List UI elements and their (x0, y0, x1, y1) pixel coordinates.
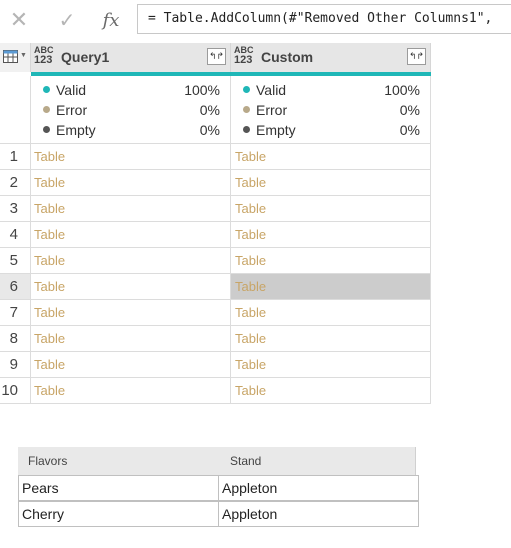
table-row[interactable]: 3 Table Table (0, 196, 431, 222)
table-row[interactable]: 9 Table Table (0, 352, 431, 378)
table-link-cell[interactable]: Table (231, 196, 431, 222)
quality-percent: 0% (399, 122, 420, 138)
row-number[interactable]: 10 (0, 378, 31, 404)
table-row-selected[interactable]: 6 Table Table (0, 274, 431, 300)
quality-label: Error (56, 102, 88, 118)
column-quality-query1: Valid 100% Error 0% Empty 0% (31, 76, 231, 144)
quality-percent: 100% (384, 82, 420, 98)
row-number[interactable]: 2 (0, 170, 31, 196)
table-link-cell[interactable]: Table (231, 144, 431, 170)
table-row[interactable]: 1 Table Table (0, 144, 431, 170)
preview-cell: Appleton (218, 501, 419, 527)
quality-spacer (0, 76, 31, 144)
quality-percent: 0% (199, 122, 220, 138)
row-number[interactable]: 4 (0, 222, 31, 248)
table-link-cell[interactable]: Table (231, 300, 431, 326)
quality-valid: Valid 100% (239, 80, 420, 100)
quality-label: Error (256, 102, 288, 118)
table-link-cell[interactable]: Table (231, 170, 431, 196)
empty-dot-icon (243, 126, 250, 133)
table-link-cell[interactable]: Table (31, 274, 231, 300)
preview-cell: Pears (18, 475, 219, 501)
row-number[interactable]: 8 (0, 326, 31, 352)
preview-cell: Appleton (218, 475, 419, 501)
table-link-cell-selected[interactable]: Table (231, 274, 431, 300)
expand-column-button[interactable]: ↰↱ (407, 48, 426, 65)
quality-label: Empty (256, 122, 296, 138)
column-header-custom[interactable]: ABC 123 Custom ↰↱ (231, 43, 431, 72)
row-number[interactable]: 7 (0, 300, 31, 326)
quality-label: Valid (256, 82, 287, 98)
row-number[interactable]: 5 (0, 248, 31, 274)
table-link-cell[interactable]: Table (31, 196, 231, 222)
preview-column-header: Flavors (28, 454, 68, 468)
quality-empty: Empty 0% (39, 120, 220, 140)
row-number[interactable]: 6 (0, 274, 31, 300)
table-link-cell[interactable]: Table (31, 300, 231, 326)
preview-table-row: Pears Appleton (18, 475, 419, 501)
table-icon (3, 50, 18, 63)
preview-table-row: Cherry Appleton (18, 501, 419, 527)
table-link-cell[interactable]: Table (31, 352, 231, 378)
table-row[interactable]: 4 Table Table (0, 222, 431, 248)
table-link-cell[interactable]: Table (31, 170, 231, 196)
table-row[interactable]: 2 Table Table (0, 170, 431, 196)
type-any-icon-digits: 123 (234, 54, 253, 66)
table-link-cell[interactable]: Table (231, 326, 431, 352)
quality-label: Valid (56, 82, 87, 98)
table-row[interactable]: 10 Table Table (0, 378, 431, 404)
table-link-cell[interactable]: Table (231, 352, 431, 378)
column-title: Query1 (61, 49, 110, 65)
quality-empty: Empty 0% (239, 120, 420, 140)
formula-bar: ✕ ✓ fx = Table.AddColumn(#"Removed Other… (0, 0, 511, 40)
preview-cell: Cherry (18, 501, 219, 527)
quality-error: Error 0% (239, 100, 420, 120)
table-link-cell[interactable]: Table (31, 222, 231, 248)
column-header-query1[interactable]: ABC 123 Query1 ↰↱ (31, 43, 231, 72)
type-any-icon-digits: 123 (34, 54, 53, 66)
table-link-cell[interactable]: Table (231, 248, 431, 274)
table-link-cell[interactable]: Table (31, 326, 231, 352)
quality-error: Error 0% (39, 100, 220, 120)
column-title: Custom (261, 49, 314, 65)
table-link-cell[interactable]: Table (31, 378, 231, 404)
fx-icon[interactable]: fx (96, 6, 126, 34)
error-dot-icon (243, 106, 250, 113)
table-link-cell[interactable]: Table (31, 144, 231, 170)
valid-dot-icon (43, 86, 50, 93)
quality-label: Empty (56, 122, 96, 138)
quality-percent: 100% (184, 82, 220, 98)
preview-column-header: Stand (230, 454, 262, 468)
row-number[interactable]: 3 (0, 196, 31, 222)
chevron-down-icon: ▼ (20, 52, 27, 59)
table-row[interactable]: 7 Table Table (0, 300, 431, 326)
formula-input[interactable]: = Table.AddColumn(#"Removed Other Column… (137, 4, 511, 34)
confirm-icon[interactable]: ✓ (52, 6, 82, 34)
table-row[interactable]: 5 Table Table (0, 248, 431, 274)
quality-percent: 0% (399, 102, 420, 118)
error-dot-icon (43, 106, 50, 113)
table-row[interactable]: 8 Table Table (0, 326, 431, 352)
cancel-icon[interactable]: ✕ (4, 6, 34, 34)
quality-percent: 0% (199, 102, 220, 118)
valid-dot-icon (243, 86, 250, 93)
quality-valid: Valid 100% (39, 80, 220, 100)
table-link-cell[interactable]: Table (231, 222, 431, 248)
row-number[interactable]: 9 (0, 352, 31, 378)
column-quality-custom: Valid 100% Error 0% Empty 0% (231, 76, 431, 144)
empty-dot-icon (43, 126, 50, 133)
table-menu-button[interactable]: ▼ (0, 43, 31, 72)
table-link-cell[interactable]: Table (31, 248, 231, 274)
table-link-cell[interactable]: Table (231, 378, 431, 404)
row-number[interactable]: 1 (0, 144, 31, 170)
expand-column-button[interactable]: ↰↱ (207, 48, 226, 65)
preview-table-header: Flavors Stand (18, 447, 416, 475)
